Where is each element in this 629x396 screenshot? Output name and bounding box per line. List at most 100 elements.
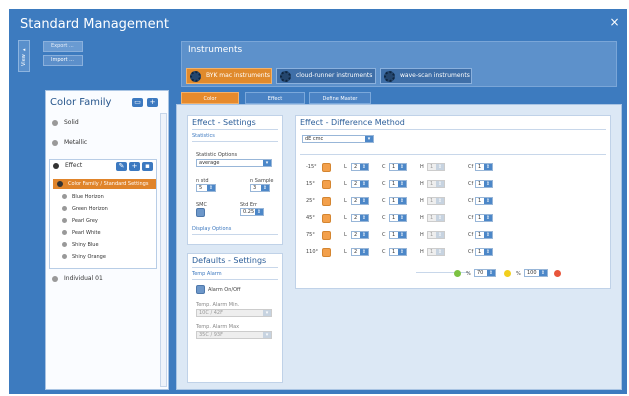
- n-std-stepper[interactable]: 5 ⇕: [196, 184, 216, 192]
- folder-icon[interactable]: ▭: [132, 98, 143, 107]
- l-label: L: [344, 164, 347, 170]
- effect-settings-box: Effect - Settings Statistics Statistic O…: [187, 115, 283, 245]
- statistic-options-label: Statistic Options: [196, 152, 238, 158]
- tab-effect[interactable]: Effect: [245, 92, 305, 104]
- stepper-value: 1: [430, 198, 434, 204]
- h-stepper[interactable]: 1 ⇕: [427, 231, 445, 239]
- difference-method-title: Effect - Difference Method: [300, 118, 405, 127]
- list-item[interactable]: Pearl Grey: [62, 218, 98, 224]
- n-sample-stepper[interactable]: 3 ⇕: [250, 184, 270, 192]
- smc-checkbox[interactable]: [196, 208, 205, 217]
- alarm-checkbox[interactable]: [196, 285, 205, 294]
- h-stepper[interactable]: 1 ⇕: [427, 180, 445, 188]
- item-label: Pearl Grey: [72, 218, 98, 224]
- list-item[interactable]: Shiny Orange: [62, 254, 106, 260]
- tree-node-metallic[interactable]: Metallic: [52, 139, 87, 146]
- item-label: Pearl White: [72, 230, 101, 236]
- stepper-icon: ⇕: [360, 198, 368, 204]
- c-stepper[interactable]: 1 ⇕: [389, 197, 407, 205]
- c-stepper[interactable]: 1 ⇕: [389, 231, 407, 239]
- cf-stepper[interactable]: 1 ⇕: [475, 180, 493, 188]
- h-stepper[interactable]: 1 ⇕: [427, 163, 445, 171]
- stepper-icon: ⇕: [436, 215, 444, 221]
- tree-node-individual-01[interactable]: Individual 01: [52, 275, 103, 282]
- wave-scan-instruments-button[interactable]: wave-scan instruments: [380, 68, 472, 84]
- angle-checkbox[interactable]: [322, 163, 331, 172]
- export-button[interactable]: Export ...: [43, 41, 83, 52]
- h-stepper[interactable]: 1 ⇕: [427, 197, 445, 205]
- l-stepper[interactable]: 2 ⇕: [351, 231, 369, 239]
- effect-settings-title: Effect - Settings: [192, 118, 256, 127]
- byk-mac-instruments-label: BYK mac instruments: [206, 72, 271, 79]
- select-value: 10C / 42F: [199, 310, 223, 316]
- cf-stepper[interactable]: 1 ⇕: [475, 214, 493, 222]
- green-status-dot: [454, 270, 461, 277]
- angle-checkbox[interactable]: [322, 248, 331, 257]
- temp-alarm-header: Temp Alarm: [192, 271, 222, 277]
- std-err-stepper[interactable]: 0.25 ⇕: [240, 208, 264, 216]
- stepper-value: 1: [430, 232, 434, 238]
- stepper-value: 5: [199, 185, 203, 191]
- stepper-icon: ⇕: [398, 198, 406, 204]
- select-value: average: [199, 160, 220, 166]
- c-label: C: [382, 181, 386, 187]
- h-stepper[interactable]: 1 ⇕: [427, 214, 445, 222]
- c-stepper[interactable]: 1 ⇕: [389, 180, 407, 188]
- add-icon[interactable]: +: [129, 162, 140, 171]
- l-stepper[interactable]: 2 ⇕: [351, 163, 369, 171]
- close-icon[interactable]: ×: [608, 16, 621, 29]
- effect-standard-settings[interactable]: Color Family / Standard Settings: [53, 179, 156, 189]
- tree-node-effect[interactable]: Effect: [53, 162, 82, 169]
- alarm-max-select[interactable]: 35C / 93F ▾: [196, 331, 272, 339]
- list-item[interactable]: Pearl White: [62, 230, 101, 236]
- c-stepper[interactable]: 1 ⇕: [389, 214, 407, 222]
- stepper-value: 2: [354, 232, 358, 238]
- node-icon: [62, 206, 67, 211]
- stepper-icon: ⇕: [436, 181, 444, 187]
- angle-checkbox[interactable]: [322, 231, 331, 240]
- import-button[interactable]: Import ...: [43, 55, 83, 66]
- view-tab[interactable]: View ▸: [18, 40, 30, 72]
- tree-scrollbar[interactable]: [160, 113, 167, 387]
- delete-icon[interactable]: ▪: [142, 162, 153, 171]
- stepper-icon: ⇕: [360, 215, 368, 221]
- threshold-2-stepper[interactable]: 100 ⇕: [524, 269, 548, 277]
- cf-stepper[interactable]: 1 ⇕: [475, 231, 493, 239]
- byk-mac-instruments-button[interactable]: BYK mac instruments: [186, 68, 272, 84]
- angle-checkbox[interactable]: [322, 180, 331, 189]
- stepper-icon: ⇕: [398, 232, 406, 238]
- l-stepper[interactable]: 2 ⇕: [351, 197, 369, 205]
- divider: [192, 234, 278, 235]
- angle-checkbox[interactable]: [322, 197, 331, 206]
- tab-define-master[interactable]: Define Master: [309, 92, 371, 104]
- defaults-settings-title: Defaults - Settings: [192, 256, 267, 265]
- h-stepper[interactable]: 1 ⇕: [427, 248, 445, 256]
- l-stepper[interactable]: 2 ⇕: [351, 180, 369, 188]
- c-stepper[interactable]: 1 ⇕: [389, 248, 407, 256]
- difference-method-select[interactable]: dE cmc ▾: [302, 135, 374, 143]
- c-stepper[interactable]: 1 ⇕: [389, 163, 407, 171]
- cf-stepper[interactable]: 1 ⇕: [475, 248, 493, 256]
- item-label: Shiny Orange: [72, 254, 106, 260]
- list-item[interactable]: Shiny Blue: [62, 242, 99, 248]
- red-status-dot: [554, 270, 561, 277]
- angle-label: 25°: [306, 198, 315, 204]
- statistic-options-select[interactable]: average ▾: [196, 159, 272, 167]
- cloud-runner-instruments-button[interactable]: cloud-runner instruments: [276, 68, 376, 84]
- edit-icon[interactable]: ✎: [116, 162, 127, 171]
- node-icon: [62, 230, 67, 235]
- cf-stepper[interactable]: 1 ⇕: [475, 163, 493, 171]
- threshold-1-stepper[interactable]: 70 ⇕: [474, 269, 496, 277]
- tree-node-solid[interactable]: Solid: [52, 119, 79, 126]
- cf-stepper[interactable]: 1 ⇕: [475, 197, 493, 205]
- color-family-panel: Color Family ▭ + Solid Metallic Effect ✎…: [45, 90, 169, 390]
- l-stepper[interactable]: 2 ⇕: [351, 214, 369, 222]
- l-stepper[interactable]: 2 ⇕: [351, 248, 369, 256]
- angle-checkbox[interactable]: [322, 214, 331, 223]
- alarm-min-select[interactable]: 10C / 42F ▾: [196, 309, 272, 317]
- list-item[interactable]: Green Horizon: [62, 206, 108, 212]
- list-item[interactable]: Blue Horizon: [62, 194, 104, 200]
- node-icon: [52, 119, 58, 126]
- tab-color[interactable]: Color: [181, 92, 239, 104]
- add-icon[interactable]: +: [147, 98, 158, 107]
